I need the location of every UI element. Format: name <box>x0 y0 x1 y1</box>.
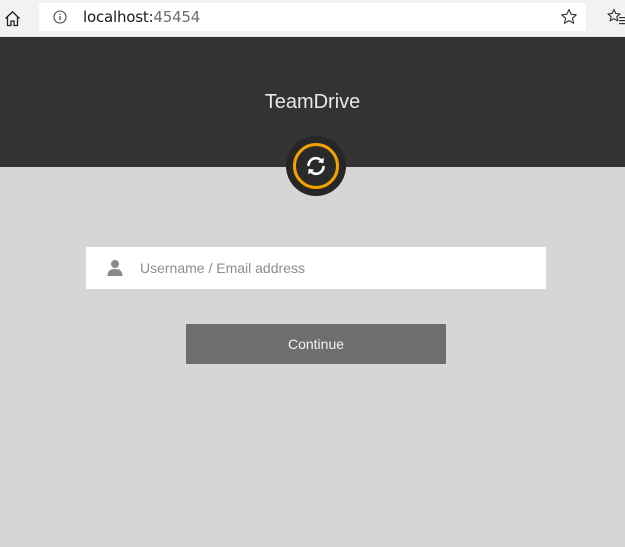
username-field[interactable] <box>86 247 546 289</box>
app-title: TeamDrive <box>264 91 361 113</box>
continue-button[interactable]: Continue <box>186 324 446 364</box>
address-bar[interactable]: localhost:45454 <box>39 3 586 31</box>
sync-icon <box>293 143 339 189</box>
url-host: localhost: <box>83 8 154 26</box>
browser-toolbar: localhost:45454 <box>0 0 625 37</box>
home-icon[interactable] <box>3 8 21 28</box>
user-icon <box>106 259 124 277</box>
username-input[interactable] <box>140 247 540 289</box>
app-logo <box>286 136 346 196</box>
url-text[interactable]: localhost:45454 <box>83 8 200 26</box>
url-port: 45454 <box>153 8 201 26</box>
info-icon[interactable] <box>53 10 67 24</box>
favorite-star-icon[interactable] <box>560 8 578 26</box>
favorites-list-icon[interactable] <box>607 8 625 28</box>
